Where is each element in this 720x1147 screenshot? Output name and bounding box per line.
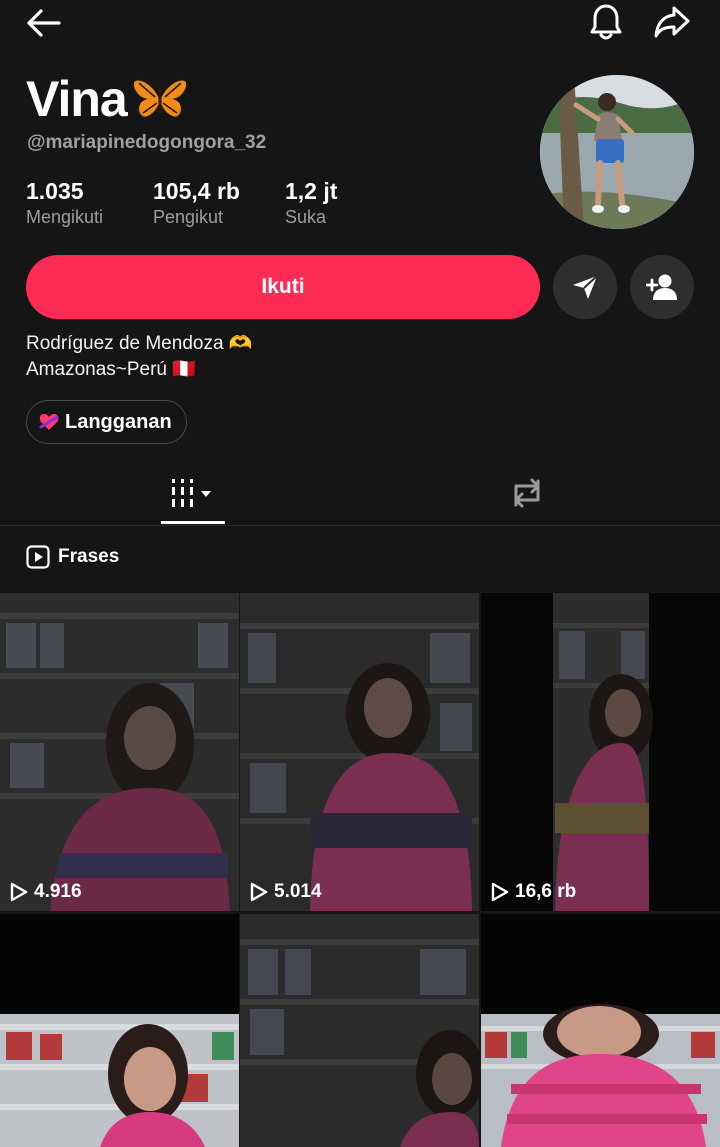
- bell-icon: [590, 4, 622, 40]
- stat-label: Suka: [285, 207, 327, 227]
- stat-value: 1,2 jt: [285, 178, 338, 204]
- stat-label: Mengikuti: [26, 207, 104, 227]
- view-count: 16,6 rb: [491, 881, 576, 903]
- tab-divider: [0, 525, 720, 526]
- profile-handle: @mariapinedogongora_32: [27, 132, 267, 153]
- message-button[interactable]: [553, 255, 617, 319]
- bio-line-1: Rodríguez de Mendoza 🫶: [26, 333, 253, 354]
- arrow-left-icon: [27, 9, 61, 37]
- share-button[interactable]: [650, 0, 694, 44]
- butterfly-icon: [131, 75, 189, 128]
- avatar-photo: [540, 75, 694, 229]
- view-count-text: 4.916: [34, 881, 82, 902]
- profile-name-row: Vina: [26, 70, 189, 128]
- back-button[interactable]: [20, 4, 66, 42]
- follow-button[interactable]: Ikuti: [26, 255, 540, 319]
- notification-bell-button[interactable]: [584, 0, 628, 44]
- bio-line-2: Amazonas~Perú 🇵🇪: [26, 359, 196, 380]
- stat-value: 105,4 rb: [153, 178, 240, 204]
- view-count-text: 16,6 rb: [515, 881, 577, 902]
- video-thumbnail[interactable]: 4.916: [0, 593, 239, 911]
- video-thumbnail[interactable]: [240, 914, 479, 1147]
- add-user-icon: [646, 274, 677, 300]
- video-thumbnail[interactable]: 16,6 rb: [481, 593, 720, 911]
- play-icon: [491, 882, 509, 902]
- send-icon: [573, 275, 598, 299]
- stat-likes[interactable]: 1,2 jt Suka: [285, 178, 337, 228]
- video-thumbnail-image: [240, 593, 479, 911]
- stat-value: 1.035: [26, 178, 84, 204]
- tab-videos[interactable]: [161, 470, 225, 516]
- subscription-icon: [39, 413, 59, 431]
- avatar[interactable]: [540, 75, 694, 229]
- stat-label: Pengikut: [153, 207, 224, 227]
- play-icon: [250, 882, 268, 902]
- grid-bars-icon: [172, 479, 211, 507]
- active-tab-indicator: [161, 521, 225, 524]
- play-icon: [10, 882, 28, 902]
- video-thumbnail-image: [0, 914, 239, 1147]
- video-thumbnail[interactable]: [0, 914, 239, 1147]
- view-count-text: 5.014: [274, 881, 322, 902]
- play-square-icon: [26, 545, 50, 569]
- view-count: 4.916: [10, 881, 82, 903]
- subscription-label: Langganan: [65, 410, 172, 433]
- share-arrow-icon: [654, 6, 690, 38]
- video-thumbnail-image: [481, 914, 720, 1147]
- profile-name: Vina: [26, 71, 128, 127]
- video-thumbnail[interactable]: 5.014: [240, 593, 479, 911]
- video-thumbnail-image: [240, 914, 479, 1147]
- video-thumbnail-image: [481, 593, 720, 911]
- playlist-title: Frases: [58, 546, 120, 567]
- video-thumbnail[interactable]: [481, 914, 720, 1147]
- subscription-button[interactable]: Langganan: [26, 400, 187, 444]
- repost-icon: [514, 478, 540, 508]
- stat-followers[interactable]: 105,4 rb Pengikut: [153, 178, 240, 228]
- stat-following[interactable]: 1.035 Mengikuti: [26, 178, 103, 228]
- playlist-header[interactable]: Frases: [26, 545, 119, 569]
- view-count: 5.014: [250, 881, 322, 903]
- video-thumbnail-image: [0, 593, 239, 911]
- suggest-accounts-button[interactable]: [630, 255, 694, 319]
- tab-reposts[interactable]: [500, 470, 554, 516]
